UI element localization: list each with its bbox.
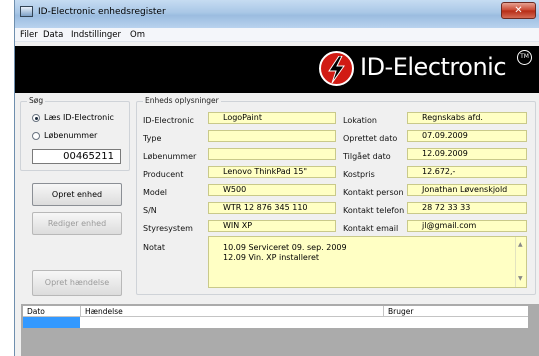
field-label-serial-number: Løbenummer xyxy=(143,152,197,161)
menu-indstillinger[interactable]: Indstillinger xyxy=(71,30,121,40)
selected-cell[interactable] xyxy=(23,317,80,328)
app-icon xyxy=(20,6,33,17)
field-label-notes: Notat xyxy=(143,243,166,252)
field-label-sn: S/N xyxy=(143,206,157,215)
field-label-accessed-date: Tilgået dato xyxy=(343,152,391,161)
radio-read-id-label: Læs ID-Electronic xyxy=(44,113,114,122)
field-label-model: Model xyxy=(143,188,168,197)
menu-data[interactable]: Data xyxy=(43,30,63,40)
field-label-os: Styresystem xyxy=(143,224,193,233)
column-header-event[interactable]: Hændelse xyxy=(85,307,123,316)
events-table-header: Dato Hændelse Bruger xyxy=(23,306,528,317)
field-label-created-date: Oprettet dato xyxy=(343,134,398,143)
radio-serial-number[interactable] xyxy=(32,132,40,140)
create-event-button[interactable]: Opret hændelse xyxy=(32,270,122,296)
scroll-up-icon[interactable]: ▲ xyxy=(518,240,523,250)
field-label-location: Lokation xyxy=(343,116,377,125)
field-label-id-electronic: ID-Electronic xyxy=(143,116,194,125)
search-input[interactable]: 00465211 xyxy=(32,149,121,164)
column-header-user[interactable]: Bruger xyxy=(388,307,413,316)
field-label-contact-email: Kontakt email xyxy=(343,224,399,233)
field-os[interactable]: WIN XP xyxy=(208,220,336,232)
title-bar[interactable]: ID-Electronic enhedsregister ✕ xyxy=(15,0,539,28)
create-unit-button[interactable]: Opret enhed xyxy=(32,183,122,206)
unit-info-group-label: Enheds oplysninger xyxy=(143,96,221,105)
column-header-date[interactable]: Dato xyxy=(27,307,45,316)
field-contact-email[interactable]: jl@gmail.com xyxy=(407,220,527,232)
table-row[interactable] xyxy=(23,317,528,328)
notes-scrollbar[interactable]: ▲ ▼ xyxy=(515,237,526,287)
field-label-contact-phone: Kontakt telefon xyxy=(343,206,405,215)
field-location[interactable]: Regnskabs afd. xyxy=(407,112,527,124)
field-label-cost-price: Kostpris xyxy=(343,170,375,179)
notes-textarea[interactable]: 10.09 Serviceret 09. sep. 2009 12.09 Vin… xyxy=(208,236,527,288)
field-label-contact-person: Kontakt person xyxy=(343,188,404,197)
column-divider[interactable] xyxy=(383,306,384,317)
field-label-type: Type xyxy=(143,134,162,143)
brand-name: ID-Electronic xyxy=(360,53,507,81)
menu-om[interactable]: Om xyxy=(130,30,145,40)
menu-filer[interactable]: Filer xyxy=(20,30,38,40)
field-sn[interactable]: WTR 12 876 345 110 xyxy=(208,202,336,214)
events-table[interactable]: Dato Hændelse Bruger xyxy=(21,304,539,356)
app-window: ID-Electronic enhedsregister ✕ Filer Dat… xyxy=(14,0,539,356)
close-button[interactable]: ✕ xyxy=(501,2,536,19)
radio-serial-number-label: Løbenummer xyxy=(44,131,98,140)
field-serial-number[interactable] xyxy=(208,148,336,160)
field-model[interactable]: W500 xyxy=(208,184,336,196)
notes-line: 12.09 Vin. XP installeret xyxy=(223,253,320,262)
field-contact-person[interactable]: Jonathan Løvenskjold xyxy=(407,184,527,196)
field-created-date[interactable]: 07.09.2009 xyxy=(407,130,527,142)
trademark-icon: TM xyxy=(517,50,532,65)
field-manufacturer[interactable]: Lenovo ThinkPad 15" xyxy=(208,166,336,178)
scroll-down-icon[interactable]: ▼ xyxy=(518,274,523,284)
menu-bar: Filer Data Indstillinger Om xyxy=(15,28,539,42)
field-id-electronic[interactable]: LogoPaint xyxy=(208,112,336,124)
radio-read-id[interactable] xyxy=(32,114,40,122)
window-title: ID-Electronic enhedsregister xyxy=(38,7,166,17)
notes-line: 10.09 Serviceret 09. sep. 2009 xyxy=(223,243,347,252)
field-type[interactable] xyxy=(208,130,336,142)
search-group-label: Søg xyxy=(27,96,46,105)
edit-unit-button[interactable]: Rediger enhed xyxy=(32,212,122,235)
field-label-manufacturer: Producent xyxy=(143,170,184,179)
field-cost-price[interactable]: 12.672,- xyxy=(407,166,527,178)
column-divider[interactable] xyxy=(80,306,81,317)
field-accessed-date[interactable]: 12.09.2009 xyxy=(407,148,527,160)
lightning-bolt-icon xyxy=(319,51,354,86)
field-contact-phone[interactable]: 28 72 33 33 xyxy=(407,202,527,214)
brand-banner: ID-Electronic TM xyxy=(15,46,539,93)
